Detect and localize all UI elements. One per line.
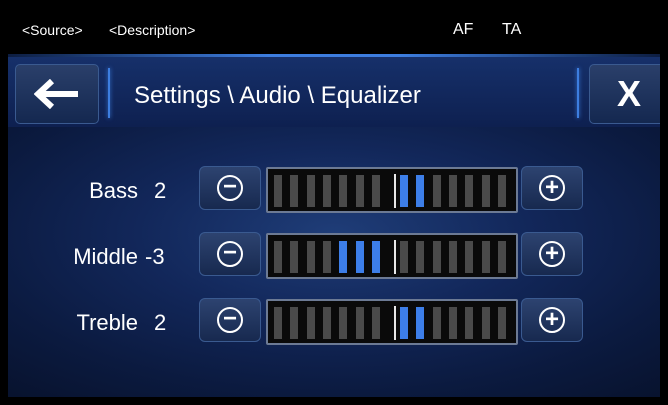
decrease-button[interactable]: −	[199, 298, 261, 342]
arrow-left-icon	[34, 79, 78, 109]
meter-segment	[416, 175, 425, 207]
minus-icon: −	[217, 241, 243, 267]
level-meter	[266, 233, 518, 279]
decrease-button[interactable]: −	[199, 232, 261, 276]
meter-segment	[274, 307, 282, 339]
close-icon: X	[616, 73, 641, 114]
meter-segment	[400, 175, 408, 207]
close-button[interactable]: X	[589, 64, 660, 124]
eq-value: 2	[154, 310, 167, 335]
page-title: Settings \ Audio \ Equalizer	[134, 82, 421, 109]
meter-segment	[339, 175, 348, 207]
back-button[interactable]	[15, 64, 99, 124]
meter-segment	[371, 241, 380, 273]
meter-segment	[432, 241, 441, 273]
meter-segment	[274, 241, 282, 273]
increase-button[interactable]: +	[521, 298, 583, 342]
header-divider-right	[577, 68, 579, 118]
header-divider-left	[108, 68, 110, 118]
meter-segment	[400, 241, 408, 273]
eq-row-bass: Bass 2 − +	[8, 166, 660, 213]
status-ta: TA	[502, 21, 522, 38]
meter-segment	[355, 241, 364, 273]
equalizer-screen: <Source> <Description> AF TA Settings \ …	[8, 8, 660, 397]
meter-segment	[339, 307, 348, 339]
meter-center-line	[394, 240, 396, 274]
meter-segment	[290, 307, 299, 339]
decrease-button[interactable]: −	[199, 166, 261, 210]
meter-segment	[274, 175, 282, 207]
eq-label: Treble	[76, 310, 138, 335]
meter-segment	[416, 307, 425, 339]
eq-row-treble: Treble 2 − +	[8, 298, 660, 345]
minus-icon: −	[217, 307, 243, 333]
meter-segment	[497, 307, 506, 339]
meter-segment	[465, 175, 474, 207]
meter-segment	[448, 307, 457, 339]
level-meter	[266, 299, 518, 345]
status-af: AF	[453, 21, 474, 38]
meter-center-line	[394, 306, 396, 340]
meter-segment	[497, 175, 506, 207]
meter-segment	[306, 175, 315, 207]
meter-segment	[400, 307, 408, 339]
eq-row-middle: Middle -3 − +	[8, 232, 660, 279]
meter-segment	[355, 175, 364, 207]
meter-segment	[448, 175, 457, 207]
eq-label: Middle	[73, 244, 138, 269]
meter-segment	[290, 241, 299, 273]
status-source: <Source>	[22, 22, 83, 38]
meter-segment	[322, 307, 331, 339]
meter-segment	[432, 307, 441, 339]
meter-segment	[416, 241, 425, 273]
meter-segment	[371, 175, 380, 207]
eq-value: -3	[145, 244, 165, 269]
status-description: <Description>	[109, 22, 196, 38]
increase-button[interactable]: +	[521, 166, 583, 210]
meter-center-line	[394, 174, 396, 208]
minus-icon: −	[217, 175, 243, 201]
meter-segment	[322, 241, 331, 273]
meter-segment	[481, 241, 490, 273]
plus-icon: +	[539, 307, 565, 333]
meter-segment	[322, 175, 331, 207]
meter-segment	[465, 307, 474, 339]
plus-icon: +	[539, 175, 565, 201]
meter-segment	[290, 175, 299, 207]
meter-segment	[481, 307, 490, 339]
meter-segment	[355, 307, 364, 339]
meter-segment	[339, 241, 348, 273]
meter-segment	[432, 175, 441, 207]
status-bar: <Source> <Description> AF TA	[8, 8, 660, 54]
meter-segment	[306, 241, 315, 273]
meter-segment	[306, 307, 315, 339]
meter-segment	[371, 307, 380, 339]
meter-segment	[481, 175, 490, 207]
plus-icon: +	[539, 241, 565, 267]
increase-button[interactable]: +	[521, 232, 583, 276]
meter-segment	[448, 241, 457, 273]
eq-label: Bass	[89, 178, 138, 203]
meter-segment	[465, 241, 474, 273]
level-meter	[266, 167, 518, 213]
meter-segment	[497, 241, 506, 273]
eq-value: 2	[154, 178, 167, 203]
